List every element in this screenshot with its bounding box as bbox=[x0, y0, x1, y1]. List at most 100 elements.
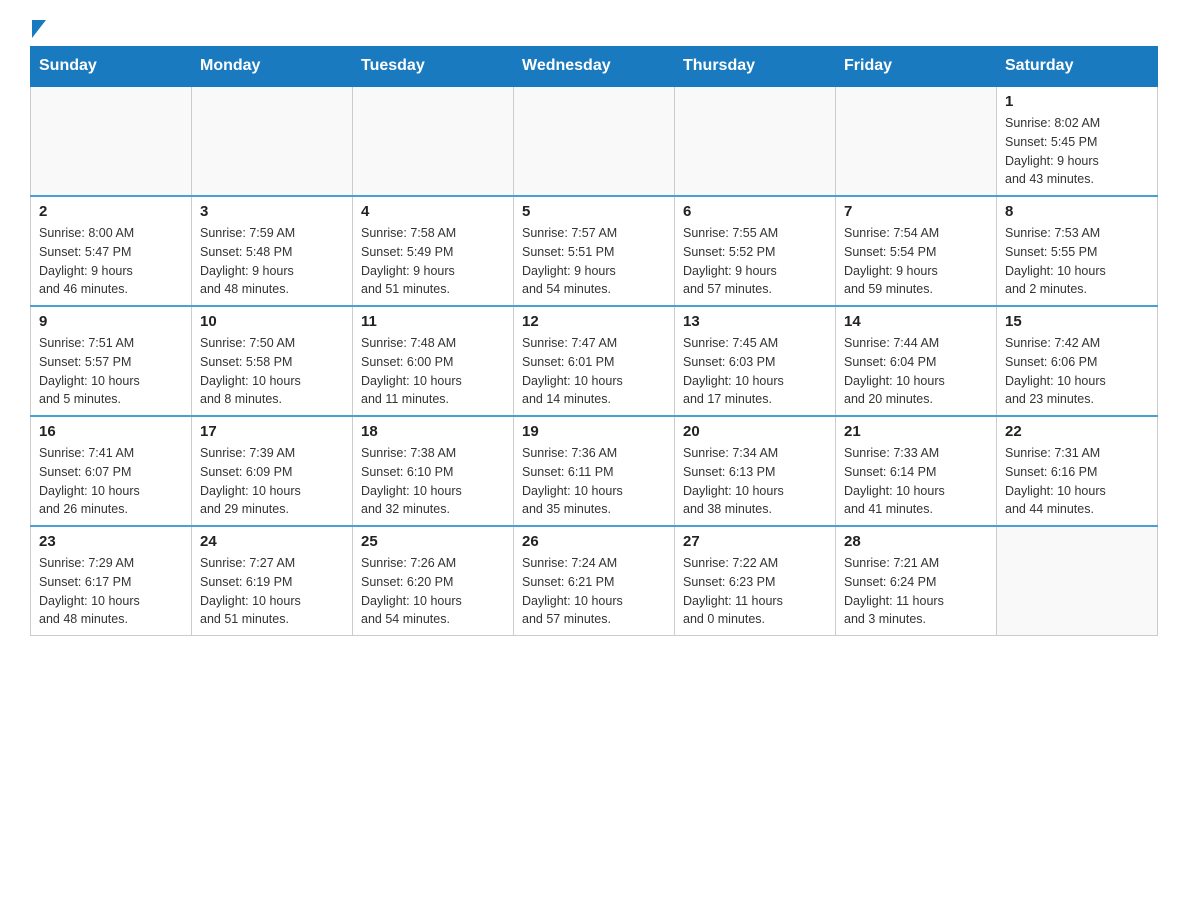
week-row-5: 23 Sunrise: 7:29 AM Sunset: 6:17 PM Dayli… bbox=[31, 526, 1158, 636]
calendar-cell bbox=[31, 86, 192, 196]
weekday-header-monday: Monday bbox=[192, 47, 353, 87]
day-info: Sunrise: 7:38 AM Sunset: 6:10 PM Dayligh… bbox=[361, 444, 505, 519]
calendar-cell: 13 Sunrise: 7:45 AM Sunset: 6:03 PM Dayli… bbox=[675, 306, 836, 416]
day-number: 17 bbox=[200, 423, 344, 440]
day-info: Sunrise: 7:26 AM Sunset: 6:20 PM Dayligh… bbox=[361, 554, 505, 629]
calendar-cell: 19 Sunrise: 7:36 AM Sunset: 6:11 PM Dayli… bbox=[514, 416, 675, 526]
calendar-body: 1 Sunrise: 8:02 AM Sunset: 5:45 PM Daylig… bbox=[31, 86, 1158, 636]
day-number: 20 bbox=[683, 423, 827, 440]
day-info: Sunrise: 7:45 AM Sunset: 6:03 PM Dayligh… bbox=[683, 334, 827, 409]
day-info: Sunrise: 7:54 AM Sunset: 5:54 PM Dayligh… bbox=[844, 224, 988, 299]
day-number: 6 bbox=[683, 203, 827, 220]
calendar-cell bbox=[514, 86, 675, 196]
week-row-4: 16 Sunrise: 7:41 AM Sunset: 6:07 PM Dayli… bbox=[31, 416, 1158, 526]
calendar-table: SundayMondayTuesdayWednesdayThursdayFrid… bbox=[30, 46, 1158, 636]
calendar-cell: 28Sunrise: 7:21 AM Sunset: 6:24 PM Dayli… bbox=[836, 526, 997, 636]
day-number: 15 bbox=[1005, 313, 1149, 330]
calendar-cell bbox=[997, 526, 1158, 636]
day-number: 10 bbox=[200, 313, 344, 330]
calendar-cell: 20 Sunrise: 7:34 AM Sunset: 6:13 PM Dayli… bbox=[675, 416, 836, 526]
day-number: 9 bbox=[39, 313, 183, 330]
day-number: 19 bbox=[522, 423, 666, 440]
day-info: Sunrise: 7:47 AM Sunset: 6:01 PM Dayligh… bbox=[522, 334, 666, 409]
calendar-cell bbox=[192, 86, 353, 196]
day-info: Sunrise: 7:50 AM Sunset: 5:58 PM Dayligh… bbox=[200, 334, 344, 409]
day-info: Sunrise: 7:41 AM Sunset: 6:07 PM Dayligh… bbox=[39, 444, 183, 519]
day-info: Sunrise: 7:39 AM Sunset: 6:09 PM Dayligh… bbox=[200, 444, 344, 519]
weekday-header-friday: Friday bbox=[836, 47, 997, 87]
calendar-cell: 7Sunrise: 7:54 AM Sunset: 5:54 PM Daylig… bbox=[836, 196, 997, 306]
week-row-3: 9 Sunrise: 7:51 AM Sunset: 5:57 PM Daylig… bbox=[31, 306, 1158, 416]
weekday-header-row: SundayMondayTuesdayWednesdayThursdayFrid… bbox=[31, 47, 1158, 87]
day-number: 16 bbox=[39, 423, 183, 440]
day-number: 24 bbox=[200, 533, 344, 550]
day-number: 23 bbox=[39, 533, 183, 550]
day-number: 28 bbox=[844, 533, 988, 550]
logo-triangle-icon bbox=[32, 20, 46, 38]
calendar-cell: 3 Sunrise: 7:59 AM Sunset: 5:48 PM Daylig… bbox=[192, 196, 353, 306]
day-info: Sunrise: 7:24 AM Sunset: 6:21 PM Dayligh… bbox=[522, 554, 666, 629]
day-info: Sunrise: 8:02 AM Sunset: 5:45 PM Dayligh… bbox=[1005, 114, 1149, 189]
day-number: 13 bbox=[683, 313, 827, 330]
calendar-cell: 18Sunrise: 7:38 AM Sunset: 6:10 PM Dayli… bbox=[353, 416, 514, 526]
week-row-2: 2 Sunrise: 8:00 AM Sunset: 5:47 PM Daylig… bbox=[31, 196, 1158, 306]
calendar-cell bbox=[836, 86, 997, 196]
day-info: Sunrise: 8:00 AM Sunset: 5:47 PM Dayligh… bbox=[39, 224, 183, 299]
calendar-cell: 1 Sunrise: 8:02 AM Sunset: 5:45 PM Daylig… bbox=[997, 86, 1158, 196]
day-info: Sunrise: 7:51 AM Sunset: 5:57 PM Dayligh… bbox=[39, 334, 183, 409]
calendar-cell: 10 Sunrise: 7:50 AM Sunset: 5:58 PM Dayli… bbox=[192, 306, 353, 416]
day-info: Sunrise: 7:48 AM Sunset: 6:00 PM Dayligh… bbox=[361, 334, 505, 409]
day-info: Sunrise: 7:42 AM Sunset: 6:06 PM Dayligh… bbox=[1005, 334, 1149, 409]
day-number: 2 bbox=[39, 203, 183, 220]
day-info: Sunrise: 7:33 AM Sunset: 6:14 PM Dayligh… bbox=[844, 444, 988, 519]
day-info: Sunrise: 7:22 AM Sunset: 6:23 PM Dayligh… bbox=[683, 554, 827, 629]
day-info: Sunrise: 7:58 AM Sunset: 5:49 PM Dayligh… bbox=[361, 224, 505, 299]
calendar-cell: 6 Sunrise: 7:55 AM Sunset: 5:52 PM Daylig… bbox=[675, 196, 836, 306]
day-number: 22 bbox=[1005, 423, 1149, 440]
day-number: 27 bbox=[683, 533, 827, 550]
calendar-cell bbox=[675, 86, 836, 196]
day-number: 8 bbox=[1005, 203, 1149, 220]
day-info: Sunrise: 7:31 AM Sunset: 6:16 PM Dayligh… bbox=[1005, 444, 1149, 519]
calendar-cell: 12 Sunrise: 7:47 AM Sunset: 6:01 PM Dayli… bbox=[514, 306, 675, 416]
day-info: Sunrise: 7:36 AM Sunset: 6:11 PM Dayligh… bbox=[522, 444, 666, 519]
day-info: Sunrise: 7:29 AM Sunset: 6:17 PM Dayligh… bbox=[39, 554, 183, 629]
calendar-cell: 23 Sunrise: 7:29 AM Sunset: 6:17 PM Dayli… bbox=[31, 526, 192, 636]
calendar-cell: 16 Sunrise: 7:41 AM Sunset: 6:07 PM Dayli… bbox=[31, 416, 192, 526]
calendar-cell: 17 Sunrise: 7:39 AM Sunset: 6:09 PM Dayli… bbox=[192, 416, 353, 526]
day-number: 5 bbox=[522, 203, 666, 220]
calendar-cell: 21 Sunrise: 7:33 AM Sunset: 6:14 PM Dayli… bbox=[836, 416, 997, 526]
calendar-cell: 9 Sunrise: 7:51 AM Sunset: 5:57 PM Daylig… bbox=[31, 306, 192, 416]
calendar-cell: 2 Sunrise: 8:00 AM Sunset: 5:47 PM Daylig… bbox=[31, 196, 192, 306]
day-info: Sunrise: 7:27 AM Sunset: 6:19 PM Dayligh… bbox=[200, 554, 344, 629]
calendar-cell: 24 Sunrise: 7:27 AM Sunset: 6:19 PM Dayli… bbox=[192, 526, 353, 636]
day-number: 26 bbox=[522, 533, 666, 550]
day-number: 4 bbox=[361, 203, 505, 220]
day-number: 25 bbox=[361, 533, 505, 550]
day-info: Sunrise: 7:55 AM Sunset: 5:52 PM Dayligh… bbox=[683, 224, 827, 299]
calendar-cell: 27 Sunrise: 7:22 AM Sunset: 6:23 PM Dayli… bbox=[675, 526, 836, 636]
calendar-cell: 15 Sunrise: 7:42 AM Sunset: 6:06 PM Dayli… bbox=[997, 306, 1158, 416]
day-number: 1 bbox=[1005, 93, 1149, 110]
weekday-header-sunday: Sunday bbox=[31, 47, 192, 87]
calendar-cell: 25 Sunrise: 7:26 AM Sunset: 6:20 PM Dayli… bbox=[353, 526, 514, 636]
day-number: 21 bbox=[844, 423, 988, 440]
day-info: Sunrise: 7:57 AM Sunset: 5:51 PM Dayligh… bbox=[522, 224, 666, 299]
calendar-header: SundayMondayTuesdayWednesdayThursdayFrid… bbox=[31, 47, 1158, 87]
calendar-cell bbox=[353, 86, 514, 196]
weekday-header-thursday: Thursday bbox=[675, 47, 836, 87]
page-header bbox=[30, 20, 1158, 36]
calendar-cell: 11Sunrise: 7:48 AM Sunset: 6:00 PM Dayli… bbox=[353, 306, 514, 416]
day-info: Sunrise: 7:34 AM Sunset: 6:13 PM Dayligh… bbox=[683, 444, 827, 519]
weekday-header-tuesday: Tuesday bbox=[353, 47, 514, 87]
logo bbox=[30, 20, 46, 36]
calendar-cell: 22 Sunrise: 7:31 AM Sunset: 6:16 PM Dayli… bbox=[997, 416, 1158, 526]
week-row-1: 1 Sunrise: 8:02 AM Sunset: 5:45 PM Daylig… bbox=[31, 86, 1158, 196]
weekday-header-wednesday: Wednesday bbox=[514, 47, 675, 87]
day-info: Sunrise: 7:53 AM Sunset: 5:55 PM Dayligh… bbox=[1005, 224, 1149, 299]
day-number: 3 bbox=[200, 203, 344, 220]
day-info: Sunrise: 7:44 AM Sunset: 6:04 PM Dayligh… bbox=[844, 334, 988, 409]
day-number: 12 bbox=[522, 313, 666, 330]
day-info: Sunrise: 7:59 AM Sunset: 5:48 PM Dayligh… bbox=[200, 224, 344, 299]
calendar-cell: 8 Sunrise: 7:53 AM Sunset: 5:55 PM Daylig… bbox=[997, 196, 1158, 306]
